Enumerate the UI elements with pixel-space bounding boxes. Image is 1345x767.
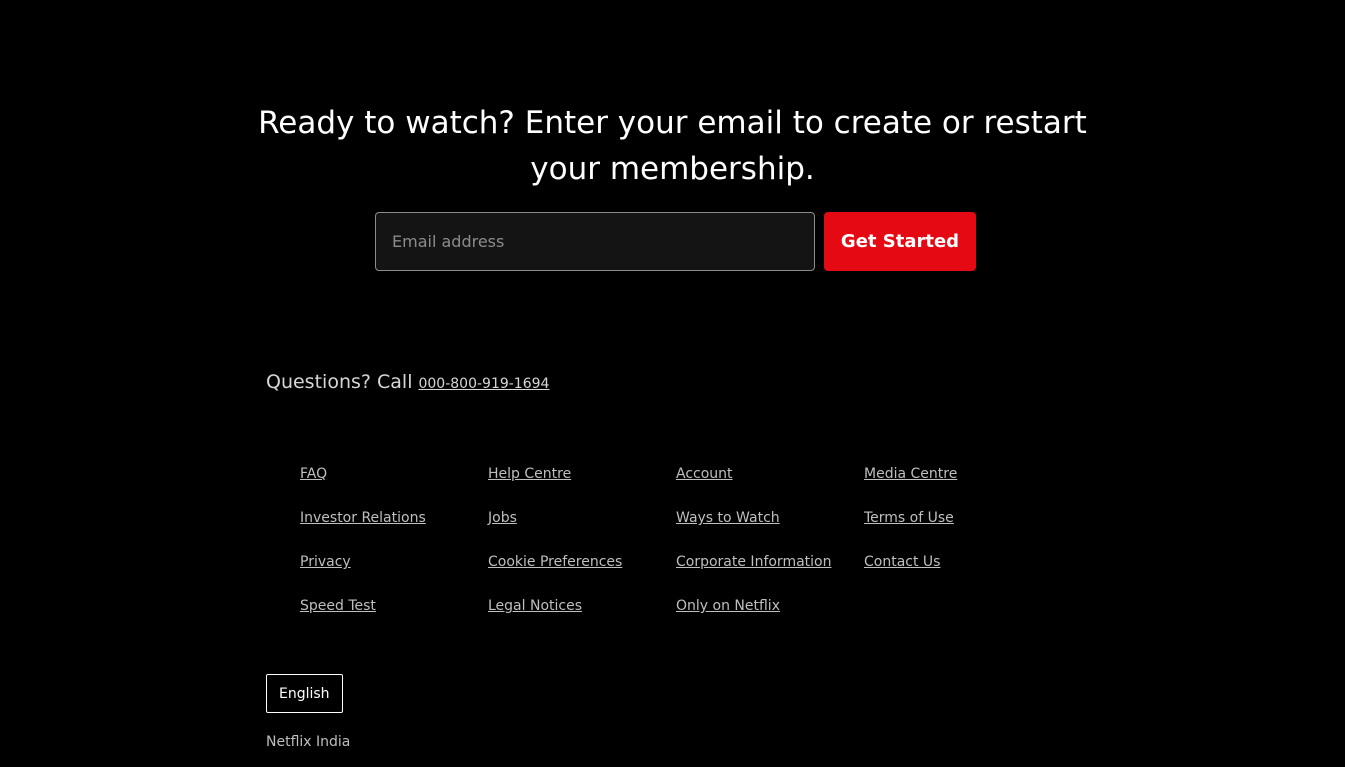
- footer-links: FAQ Help Centre Account Media Centre Inv…: [300, 466, 1052, 642]
- questions-text: Questions? Call: [266, 371, 413, 393]
- footer-link-legal-notices[interactable]: Legal Notices: [488, 598, 676, 642]
- footer-link-terms-of-use[interactable]: Terms of Use: [864, 510, 1052, 554]
- footer-link-speed-test[interactable]: Speed Test: [300, 598, 488, 642]
- footer-link-corporate-information[interactable]: Corporate Information: [676, 554, 864, 598]
- footer-link-only-on-netflix[interactable]: Only on Netflix: [676, 598, 864, 642]
- country-label: Netflix India: [266, 734, 351, 750]
- footer-link-cookie-preferences[interactable]: Cookie Preferences: [488, 554, 676, 598]
- footer-link-help-centre[interactable]: Help Centre: [488, 466, 676, 510]
- signup-headline-line-2: your membership.: [530, 151, 815, 187]
- footer-link-jobs[interactable]: Jobs: [488, 510, 676, 554]
- email-input[interactable]: [375, 212, 815, 271]
- email-signup-form: Get Started: [375, 212, 976, 271]
- signup-headline: Ready to watch? Enter your email to crea…: [0, 100, 1345, 192]
- phone-number-link[interactable]: 000-800-919-1694: [418, 376, 549, 392]
- signup-headline-line-1: Ready to watch? Enter your email to crea…: [258, 105, 1087, 141]
- footer-link-media-centre[interactable]: Media Centre: [864, 466, 1052, 510]
- page: Ready to watch? Enter your email to crea…: [0, 0, 1345, 767]
- footer-link-investor-relations[interactable]: Investor Relations: [300, 510, 488, 554]
- footer-link-faq[interactable]: FAQ: [300, 466, 488, 510]
- footer-link-privacy[interactable]: Privacy: [300, 554, 488, 598]
- questions-contact: Questions? Call 000-800-919-1694: [266, 371, 549, 393]
- footer-link-ways-to-watch[interactable]: Ways to Watch: [676, 510, 864, 554]
- language-selector-button[interactable]: English: [266, 674, 343, 713]
- footer-link-contact-us[interactable]: Contact Us: [864, 554, 1052, 598]
- get-started-button[interactable]: Get Started: [824, 212, 976, 271]
- footer-link-account[interactable]: Account: [676, 466, 864, 510]
